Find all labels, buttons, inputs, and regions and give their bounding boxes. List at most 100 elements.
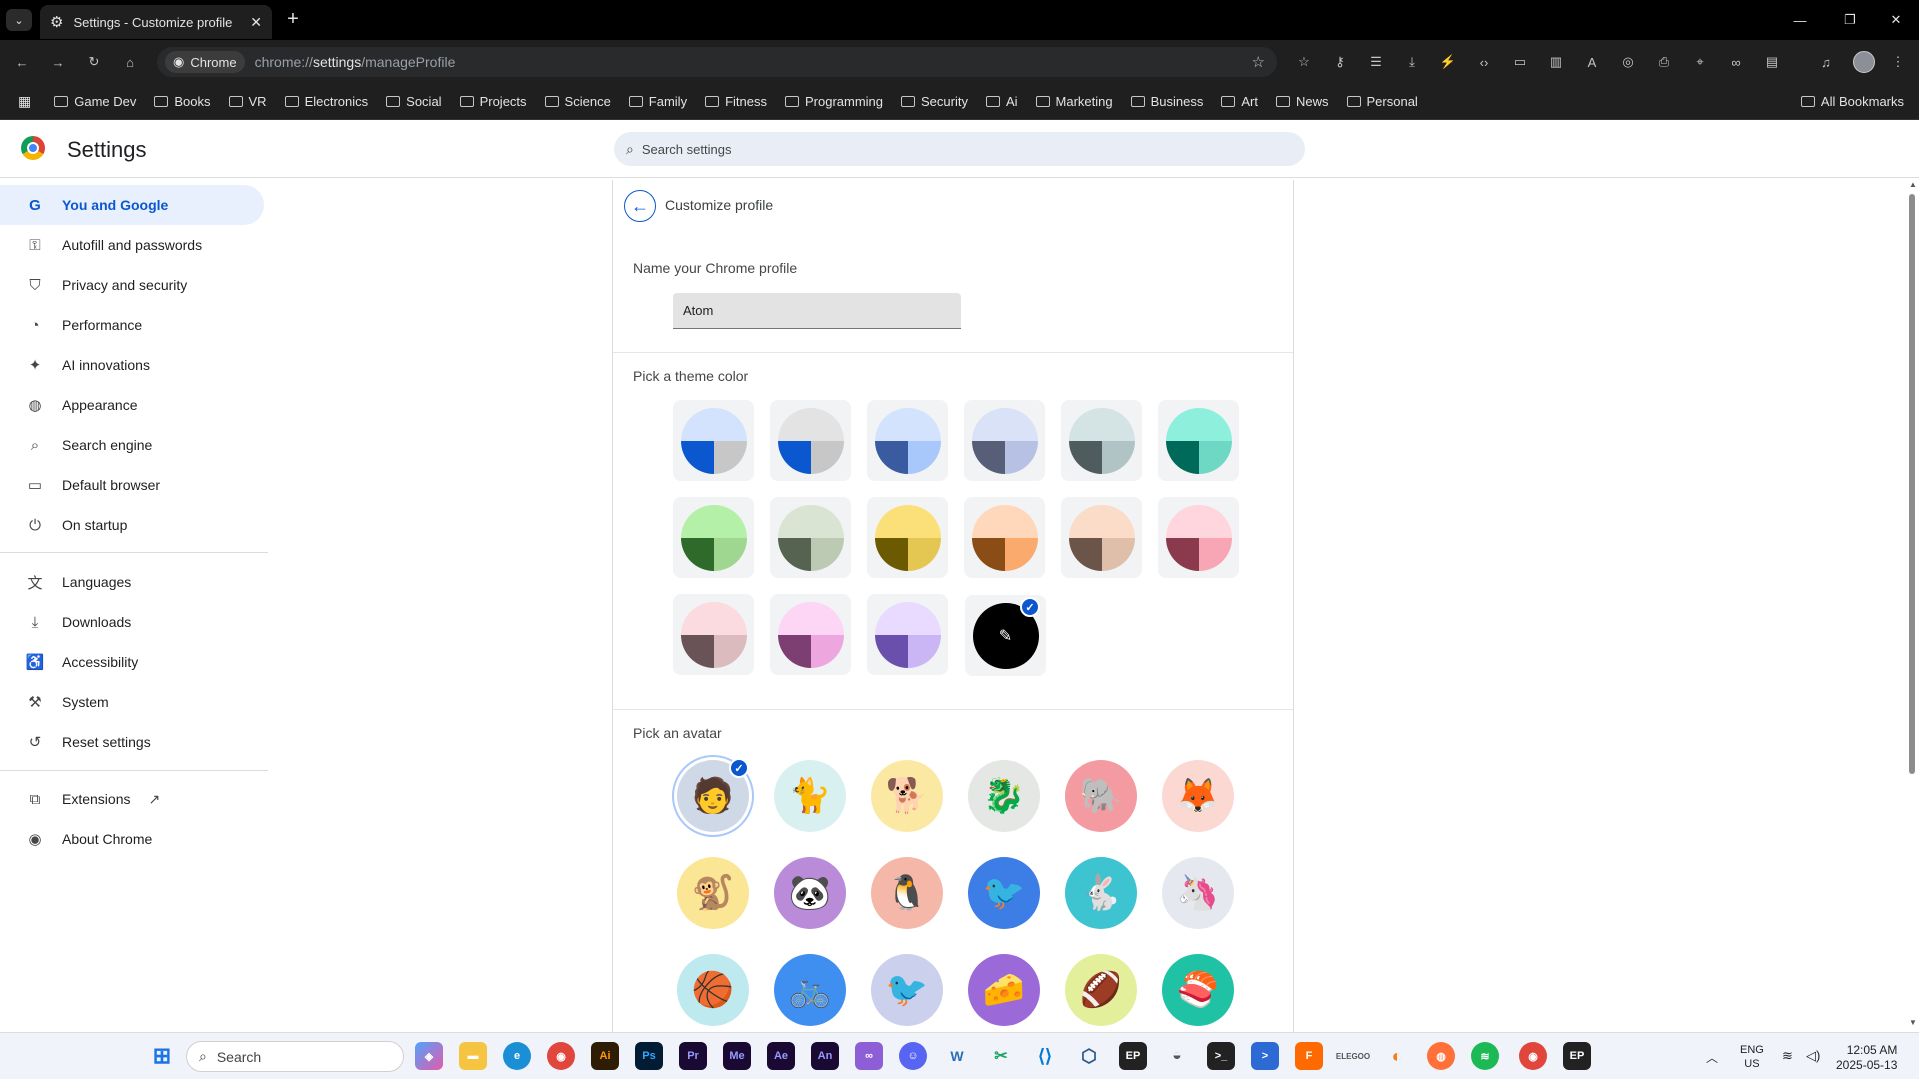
theme-color-swatch[interactable] [770,400,851,481]
red-bird-icon[interactable]: 🐦 [871,954,943,1026]
profile-avatar-icon[interactable] [1853,51,1875,73]
search-settings-input[interactable]: ⌕ Search settings [614,132,1305,166]
bookmark-folder[interactable]: Personal [1338,88,1427,116]
vscode-icon[interactable]: ⟨⟩ [1031,1042,1059,1070]
close-window-icon[interactable]: ✕ [1886,10,1906,30]
all-bookmarks[interactable]: All Bookmarks [1792,88,1913,116]
animate-icon[interactable]: An [811,1042,839,1070]
copilot-icon[interactable]: ◈ [415,1042,443,1070]
clock[interactable]: 12:05 AM 2025-05-13 [1836,1043,1897,1073]
taskbar-search[interactable]: ⌕ Search [186,1041,404,1072]
translate-icon[interactable]: A [1582,52,1602,72]
media-encoder-icon[interactable]: Me [723,1042,751,1070]
bookmark-folder[interactable]: Fitness [696,88,776,116]
illustrator-icon[interactable]: Ai [591,1042,619,1070]
sidebar-item-you-and-google[interactable]: G You and Google [0,185,264,225]
media-icon[interactable]: ♫ [1816,52,1836,72]
terminal-icon[interactable]: >_ [1207,1042,1235,1070]
custom-color-swatch[interactable]: ✎ ✓ [965,595,1046,676]
back-arrow-icon[interactable]: ← [624,190,656,222]
downloads-icon[interactable]: ⤓ [1402,52,1422,72]
password-icon[interactable]: ⚷ [1330,52,1350,72]
theme-color-swatch[interactable] [673,400,754,481]
file-explorer-icon[interactable]: ▬ [459,1042,487,1070]
wifi-icon[interactable]: ≋ [1782,1048,1793,1064]
origami-cat-icon[interactable]: 🐈 [774,760,846,832]
apps-grid-icon[interactable]: ▦ [18,93,31,110]
origami-unicorn-icon[interactable]: 🦄 [1162,857,1234,929]
origami-monkey-icon[interactable]: 🐒 [677,857,749,929]
snipping-tool-icon[interactable]: ✂ [987,1042,1015,1070]
origami-dragon-icon[interactable]: 🐉 [968,760,1040,832]
scrollbar-thumb[interactable] [1909,194,1915,774]
photoshop-icon[interactable]: Ps [635,1042,663,1070]
theme-color-swatch[interactable] [1158,497,1239,578]
theme-color-swatch[interactable] [964,400,1045,481]
side-panel-icon[interactable]: ▤ [1762,52,1782,72]
back-icon[interactable]: ← [12,52,32,72]
bookmark-star-icon[interactable]: ☆ [1252,53,1265,71]
address-bar[interactable]: ◉ Chrome chrome://settings/manageProfile … [157,47,1277,77]
spotify-icon[interactable]: ≋ [1471,1042,1499,1070]
sushi-icon[interactable]: 🍣 [1162,954,1234,1026]
chrome-taskbar-icon[interactable]: ◉ [547,1042,575,1070]
bookmark-folder[interactable]: Social [377,88,450,116]
origami-elephant-icon[interactable]: 🐘 [1065,760,1137,832]
devices-icon[interactable]: ▭ [1510,52,1530,72]
powershell-icon[interactable]: > [1251,1042,1279,1070]
tab-settings[interactable]: ⚙ Settings - Customize profile ✕ [40,5,272,39]
sidebar-item-default-browser[interactable]: ▭ Default browser [0,465,264,505]
fl-studio-icon[interactable]: F [1295,1042,1323,1070]
location-icon[interactable]: ⌖ [1690,52,1710,72]
profile-name-input[interactable] [673,293,961,329]
origami-panda-icon[interactable]: 🐼 [774,857,846,929]
sidebar-item-appearance[interactable]: ◍ Appearance [0,385,264,425]
bookmark-folder[interactable]: Books [145,88,219,116]
minimize-icon[interactable]: — [1790,10,1810,30]
site-chip[interactable]: ◉ Chrome [165,51,245,73]
link-icon[interactable]: ∞ [1726,52,1746,72]
origami-penguin-icon[interactable]: 🐧 [871,857,943,929]
performance-icon[interactable]: ⚡ [1438,52,1458,72]
theme-color-swatch[interactable] [867,594,948,675]
sidebar-item-accessibility[interactable]: ♿ Accessibility [0,642,264,682]
bookmark-folder[interactable]: News [1267,88,1338,116]
elegoo-icon[interactable]: ELEGOO [1336,1042,1370,1070]
sidebar-item-languages[interactable]: 文 Languages [0,562,264,602]
bookmark-folder[interactable]: Security [892,88,977,116]
app-icon[interactable]: ◒ [1163,1042,1191,1070]
bookmark-folder[interactable]: Science [536,88,620,116]
edge-icon[interactable]: e [503,1042,531,1070]
theme-color-swatch[interactable] [1061,400,1142,481]
reading-list-icon[interactable]: ☰ [1366,52,1386,72]
word-icon[interactable]: W [943,1042,971,1070]
cheese-icon[interactable]: 🧀 [968,954,1040,1026]
bookmark-folder[interactable]: Art [1212,88,1267,116]
after-effects-icon[interactable]: Ae [767,1042,795,1070]
bookmark-folder[interactable]: Projects [451,88,536,116]
sidebar-item-reset[interactable]: ↺ Reset settings [0,722,264,762]
theme-color-swatch[interactable] [964,497,1045,578]
bookmark-folder[interactable]: VR [220,88,276,116]
sidebar-item-performance[interactable]: ◔ Performance [0,305,264,345]
sidebar-item-system[interactable]: ⚒ System [0,682,264,722]
bike-icon[interactable]: 🚲 [774,954,846,1026]
theme-color-swatch[interactable] [1158,400,1239,481]
epic-games-icon[interactable]: EP [1119,1042,1147,1070]
forward-icon[interactable]: → [48,52,68,72]
restore-icon[interactable]: ❐ [1840,10,1860,30]
tab-search-icon[interactable]: ⌄ [6,9,32,31]
sidebar-item-about[interactable]: ◉ About Chrome [0,819,264,859]
origami-fox-icon[interactable]: 🦊 [1162,760,1234,832]
sidebar-item-autofill[interactable]: ⚿ Autofill and passwords [0,225,264,265]
menu-icon[interactable]: ⋮ [1888,52,1908,72]
bookmark-folder[interactable]: Family [620,88,696,116]
premiere-icon[interactable]: Pr [679,1042,707,1070]
basketball-icon[interactable]: 🏀 [677,954,749,1026]
football-icon[interactable]: 🏈 [1065,954,1137,1026]
close-tab-icon[interactable]: ✕ [250,14,262,31]
bookmark-folder[interactable]: Ai [977,88,1027,116]
virtualbox-icon[interactable]: ⬡ [1075,1042,1103,1070]
theme-color-swatch[interactable] [867,497,948,578]
reader-mode-icon[interactable]: ▥ [1546,52,1566,72]
